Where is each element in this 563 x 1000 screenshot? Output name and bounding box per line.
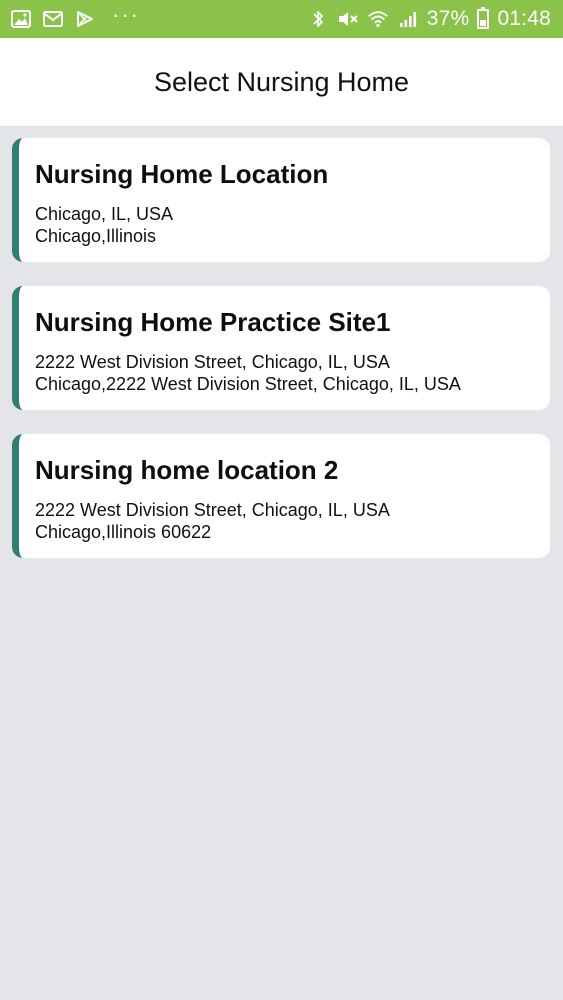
- gallery-icon: [10, 8, 32, 30]
- status-left-icons: ···: [10, 2, 140, 32]
- status-bar: ··· 37% 01:48: [0, 0, 563, 38]
- bluetooth-icon: [307, 8, 329, 30]
- page-title: Select Nursing Home: [153, 66, 410, 97]
- nursing-home-address-line2: Chicago,Illinois 60622: [35, 522, 212, 542]
- mail-icon: [42, 8, 64, 30]
- clock-time: 01:48: [497, 7, 551, 30]
- nursing-home-address-line1: 2222 West Division Street, Chicago, IL, …: [35, 500, 390, 520]
- mute-icon: [337, 8, 359, 30]
- more-icon: ···: [112, 2, 140, 27]
- app-header: Select Nursing Home: [0, 38, 563, 126]
- nursing-home-name: Nursing Home Practice Site1: [35, 307, 391, 337]
- nursing-home-name: Nursing Home Location: [35, 159, 329, 189]
- nursing-home-address-line1: 2222 West Division Street, Chicago, IL, …: [35, 352, 390, 372]
- battery-icon: [477, 7, 490, 29]
- nursing-home-address-line2: Chicago,Illinois: [35, 226, 157, 246]
- play-store-icon: [74, 8, 96, 30]
- wifi-icon: [367, 8, 389, 30]
- signal-icon: [397, 8, 419, 30]
- nursing-home-address-line2: Chicago,2222 West Division Street, Chica…: [35, 374, 461, 394]
- battery-percent: 37%: [426, 7, 470, 30]
- nursing-home-address-line1: Chicago, IL, USA: [35, 204, 174, 224]
- nursing-home-card[interactable]: Nursing Home Location Chicago, IL, USA C…: [12, 138, 550, 262]
- nursing-home-name: Nursing home location 2: [35, 455, 339, 485]
- status-right-icons: 37% 01:48: [307, 7, 551, 31]
- nursing-home-card[interactable]: Nursing home location 2 2222 West Divisi…: [12, 434, 550, 558]
- nursing-home-card[interactable]: Nursing Home Practice Site1 2222 West Di…: [12, 286, 550, 410]
- nursing-home-list: Nursing Home Location Chicago, IL, USA C…: [0, 126, 563, 558]
